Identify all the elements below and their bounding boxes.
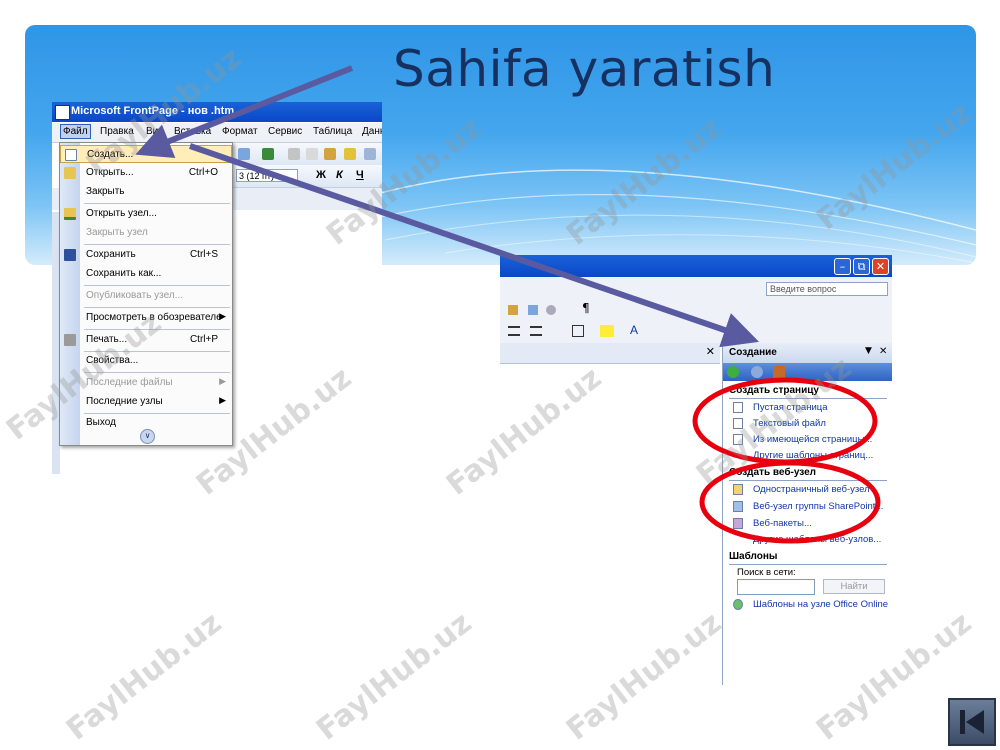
previous-slide-button[interactable]: [948, 698, 996, 746]
highlight-circle-create-page: [692, 377, 878, 465]
highlight-circle-create-site: [699, 460, 881, 544]
skip-back-icon: [960, 710, 984, 734]
arrow-to-create-menu-item: [135, 65, 354, 159]
arrow-to-task-pane: [189, 143, 760, 348]
annotation-overlay: [135, 65, 881, 544]
